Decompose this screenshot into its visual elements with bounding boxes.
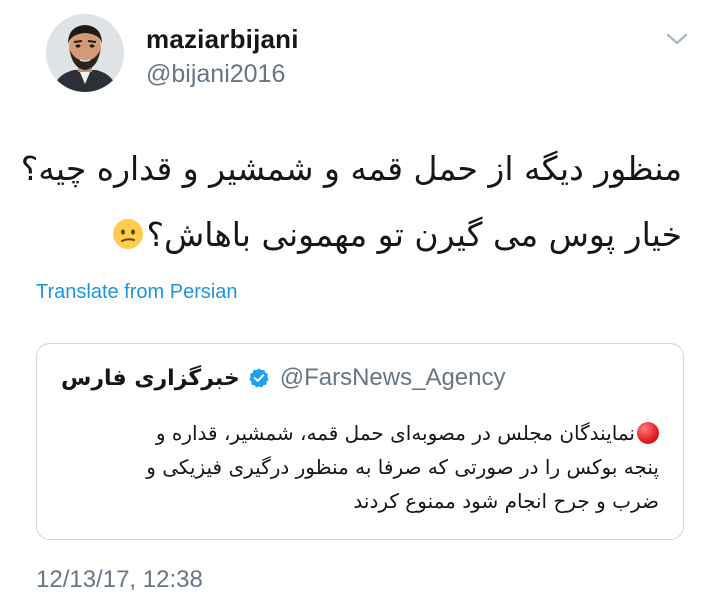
- quoted-author-name[interactable]: خبرگزاری فارس: [61, 366, 240, 391]
- translate-link[interactable]: Translate from Persian: [36, 281, 238, 304]
- tweet-text-line: خیار پوس می گیرن تو مهمونی باهاش؟: [146, 215, 682, 254]
- chevron-down-icon: [666, 33, 688, 45]
- tweet-text: منظور دیگه از حمل قمه و شمشیر و قداره چی…: [20, 136, 682, 268]
- quoted-text-line: ضرب و جرح انجام شود ممنوع کردند: [353, 489, 659, 513]
- author-handle[interactable]: @bijani2016: [146, 60, 285, 89]
- confused-face-emoji-icon: [113, 219, 144, 249]
- verified-badge-icon: [249, 368, 269, 388]
- tweet-timestamp[interactable]: 12/13/17, 12:38: [36, 566, 203, 594]
- quoted-tweet-card[interactable]: خبرگزاری فارس @FarsNews_Agency نمایندگان…: [36, 343, 684, 540]
- avatar-portrait-icon: [46, 14, 124, 92]
- quoted-text-line: نمایندگان مجلس در مصوبه‌ای حمل قمه، شمشی…: [155, 421, 635, 445]
- quoted-text-line-with-bullet: نمایندگان مجلس در مصوبه‌ای حمل قمه، شمشی…: [61, 416, 659, 450]
- tweet-text-line: منظور دیگه از حمل قمه و شمشیر و قداره چی…: [20, 149, 682, 188]
- avatar[interactable]: [46, 14, 124, 92]
- quoted-text-line: پنجه بوکس را در صورتی که صرفا به منظور د…: [146, 455, 659, 479]
- tweet-text-line-with-emoji: خیار پوس می گیرن تو مهمونی باهاش؟: [40, 202, 682, 268]
- red-circle-emoji-icon: [637, 422, 659, 444]
- more-options-button[interactable]: [664, 30, 690, 48]
- quoted-tweet-header: خبرگزاری فارس @FarsNews_Agency: [61, 364, 506, 392]
- quoted-tweet-text: نمایندگان مجلس در مصوبه‌ای حمل قمه، شمشی…: [61, 416, 659, 518]
- quoted-author-handle[interactable]: @FarsNews_Agency: [280, 364, 506, 392]
- author-display-name[interactable]: maziarbijani: [146, 24, 299, 55]
